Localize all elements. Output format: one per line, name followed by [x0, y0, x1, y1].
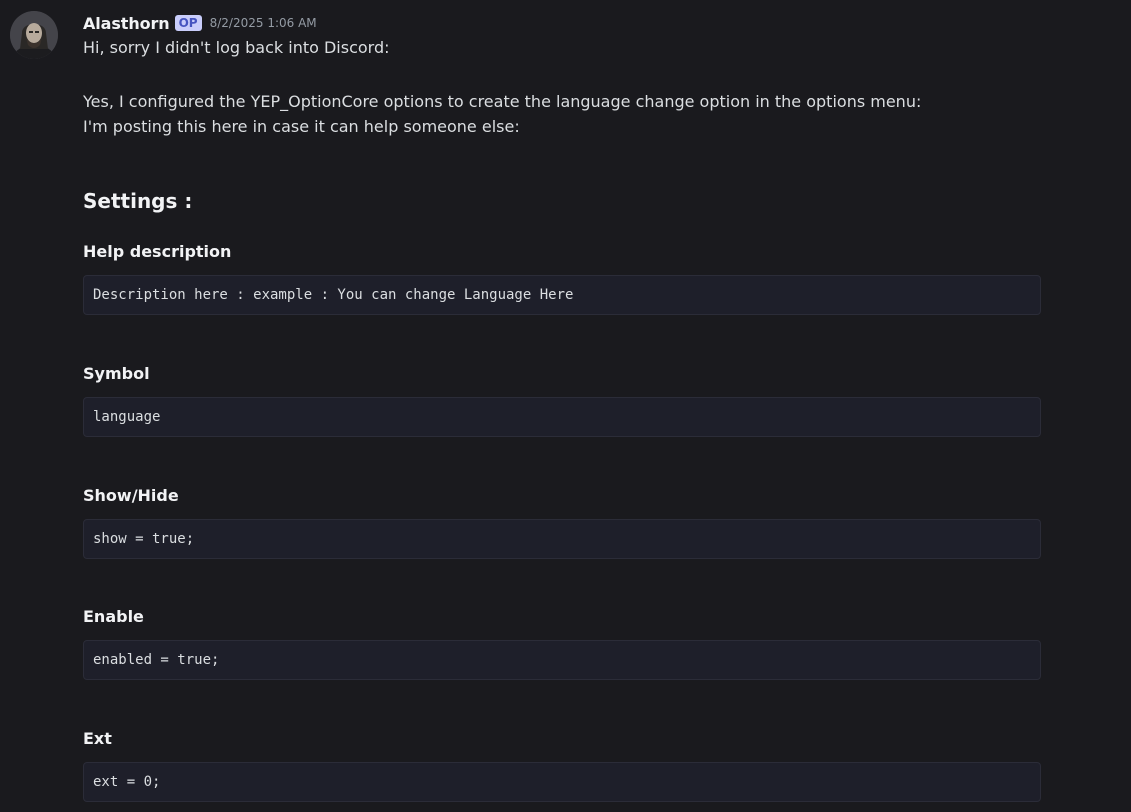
code-block[interactable]: ext = 0; [83, 762, 1041, 802]
message-line: I'm posting this here in case it can hel… [83, 117, 520, 136]
settings-heading: Settings : [83, 189, 193, 213]
code-text: Description here : example : You can cha… [93, 287, 574, 303]
code-block[interactable]: enabled = true; [83, 640, 1041, 680]
chat-message: Alasthorn OP 8/2/2025 1:06 AM Hi, sorry … [0, 0, 1131, 812]
code-block[interactable]: show = true; [83, 519, 1041, 559]
section-title: Show/Hide [83, 486, 179, 505]
username[interactable]: Alasthorn [83, 14, 170, 33]
timestamp[interactable]: 8/2/2025 1:06 AM [210, 16, 317, 30]
op-badge: OP [174, 15, 202, 31]
code-block[interactable]: language [83, 397, 1041, 437]
code-text: language [93, 409, 161, 425]
message-content: Alasthorn OP 8/2/2025 1:06 AM Hi, sorry … [83, 11, 1041, 802]
section-title: Symbol [83, 364, 150, 383]
message-line: Hi, sorry I didn't log back into Discord… [83, 38, 390, 57]
avatar[interactable] [10, 11, 58, 59]
code-text: show = true; [93, 531, 195, 547]
code-block[interactable]: Description here : example : You can cha… [83, 275, 1041, 315]
code-text: enabled = true; [93, 652, 220, 668]
code-text: ext = 0; [93, 774, 161, 790]
avatar-portrait-icon [10, 11, 58, 59]
section-title: Enable [83, 607, 144, 626]
section-title: Ext [83, 729, 112, 748]
section-title: Help description [83, 242, 232, 261]
message-line: Yes, I configured the YEP_OptionCore opt… [83, 92, 922, 111]
message-header: Alasthorn OP 8/2/2025 1:06 AM [83, 11, 1041, 35]
